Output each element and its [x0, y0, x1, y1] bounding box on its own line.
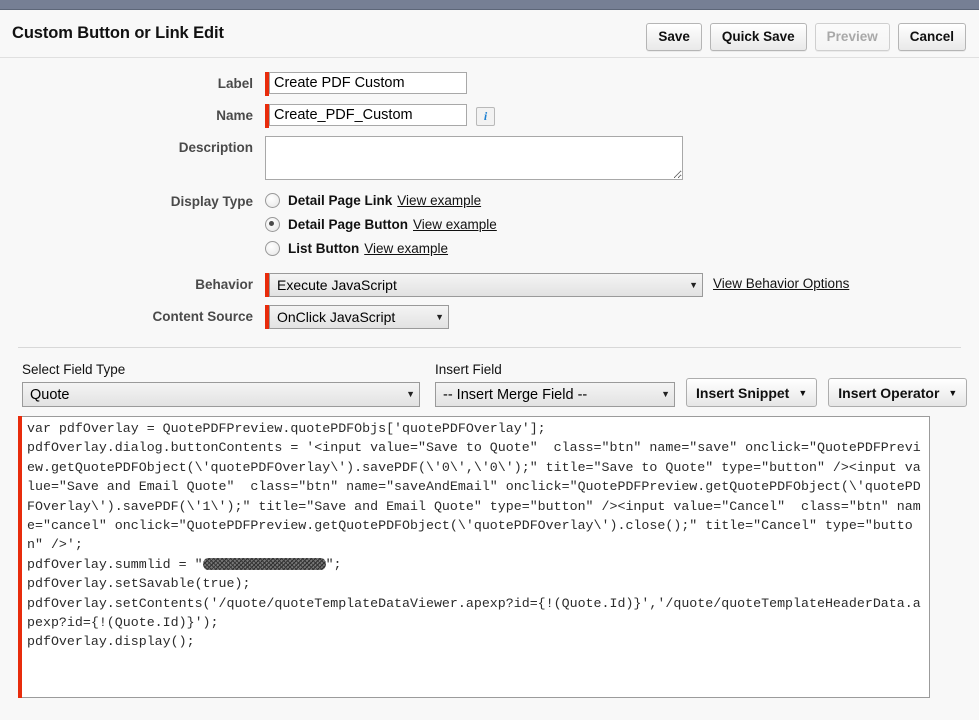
behavior-caption: Behavior [195, 277, 253, 292]
label-row: Label [0, 72, 979, 96]
page-header: Custom Button or Link Edit Save Quick Sa… [0, 10, 979, 58]
description-caption: Description [178, 140, 253, 155]
name-field-wrap: i [265, 104, 495, 128]
code-text-part-1: var pdfOverlay = QuotePDFPreview.quotePD… [27, 421, 921, 572]
code-editor-wrap: var pdfOverlay = QuotePDFPreview.quotePD… [18, 416, 930, 698]
description-row: Description [0, 136, 979, 180]
radio-icon-detail-page-link[interactable] [265, 193, 280, 208]
view-example-link-detail-page-button[interactable]: View example [413, 217, 497, 232]
chevron-down-icon: ▼ [798, 387, 808, 398]
description-field-wrap [265, 136, 683, 180]
content-source-caption: Content Source [152, 309, 253, 324]
name-caption: Name [216, 108, 253, 123]
radio-label-detail-page-link: Detail Page Link [288, 193, 393, 208]
insert-field-group: Insert Field -- Insert Merge Field -- ▼ [435, 362, 675, 407]
insert-merge-field-dropdown[interactable]: -- Insert Merge Field -- ▼ [435, 382, 675, 407]
quick-save-button[interactable]: Quick Save [709, 23, 807, 51]
select-field-type-caption: Select Field Type [22, 362, 126, 377]
content-source-field-wrap: OnClick JavaScript ▼ [265, 305, 449, 329]
radio-icon-list-button[interactable] [265, 241, 280, 256]
onclick-javascript-editor[interactable]: var pdfOverlay = QuotePDFPreview.quotePD… [22, 416, 930, 698]
chevron-down-icon: ▼ [948, 387, 958, 398]
display-type-caption: Display Type [170, 194, 253, 209]
content-source-select[interactable]: OnClick JavaScript ▼ [269, 305, 449, 329]
description-textarea[interactable] [265, 136, 683, 180]
content-source-row: Content Source OnClick JavaScript ▼ [0, 305, 979, 329]
view-example-link-list-button[interactable]: View example [364, 241, 448, 256]
display-type-radio-group: Detail Page Link View example Detail Pag… [265, 190, 497, 265]
behavior-row: Behavior Execute JavaScript ▼ View Behav… [0, 273, 979, 297]
name-row: Name i [0, 104, 979, 128]
select-field-type-dropdown[interactable]: Quote ▼ [22, 382, 420, 407]
radio-icon-detail-page-button[interactable] [265, 217, 280, 232]
preview-button: Preview [814, 23, 890, 51]
chevron-down-icon: ▼ [661, 389, 670, 399]
name-input[interactable] [269, 104, 467, 126]
display-type-row: Display Type Detail Page Link View examp… [0, 190, 979, 265]
insert-snippet-label: Insert Snippet [696, 384, 790, 401]
insert-operator-label: Insert Operator [838, 384, 940, 401]
select-field-type-value: Quote [30, 386, 70, 403]
radio-label-detail-page-button: Detail Page Button [288, 217, 409, 232]
view-example-link-detail-page-link[interactable]: View example [397, 193, 481, 208]
behavior-select-value: Execute JavaScript [277, 277, 397, 293]
radio-label-list-button: List Button [288, 241, 360, 256]
radio-option-list-button[interactable]: List Button View example [265, 241, 497, 256]
chevron-down-icon: ▼ [689, 279, 698, 290]
redacted-value [202, 557, 326, 570]
cancel-button[interactable]: Cancel [897, 23, 966, 51]
info-icon[interactable]: i [476, 107, 495, 126]
insert-snippet-button[interactable]: Insert Snippet ▼ [686, 378, 818, 407]
label-field-wrap [265, 72, 467, 96]
radio-option-detail-page-button[interactable]: Detail Page Button View example [265, 217, 497, 232]
chevron-down-icon: ▼ [435, 311, 444, 322]
header-button-group: Save Quick Save Preview Cancel [646, 23, 966, 51]
insert-operator-button[interactable]: Insert Operator ▼ [828, 378, 968, 407]
chevron-down-icon: ▼ [406, 389, 415, 399]
label-input[interactable] [269, 72, 467, 94]
label-caption: Label [217, 76, 253, 91]
insert-field-caption: Insert Field [435, 362, 502, 377]
radio-option-detail-page-link[interactable]: Detail Page Link View example [265, 193, 497, 208]
page-title: Custom Button or Link Edit [12, 24, 224, 42]
view-behavior-options-link[interactable]: View Behavior Options [713, 273, 849, 291]
content-source-select-value: OnClick JavaScript [277, 309, 396, 325]
insert-merge-field-value: -- Insert Merge Field -- [443, 386, 588, 403]
behavior-select[interactable]: Execute JavaScript ▼ [269, 273, 703, 297]
select-field-type-group: Select Field Type Quote ▼ [22, 362, 420, 407]
behavior-field-wrap: Execute JavaScript ▼ View Behavior Optio… [265, 273, 849, 297]
custom-button-form: Label Name i Description Display Type De… [0, 58, 979, 329]
editor-toolbar: Select Field Type Quote ▼ Insert Field -… [0, 348, 979, 407]
browser-chrome-bar [0, 0, 979, 10]
save-button[interactable]: Save [646, 23, 702, 51]
